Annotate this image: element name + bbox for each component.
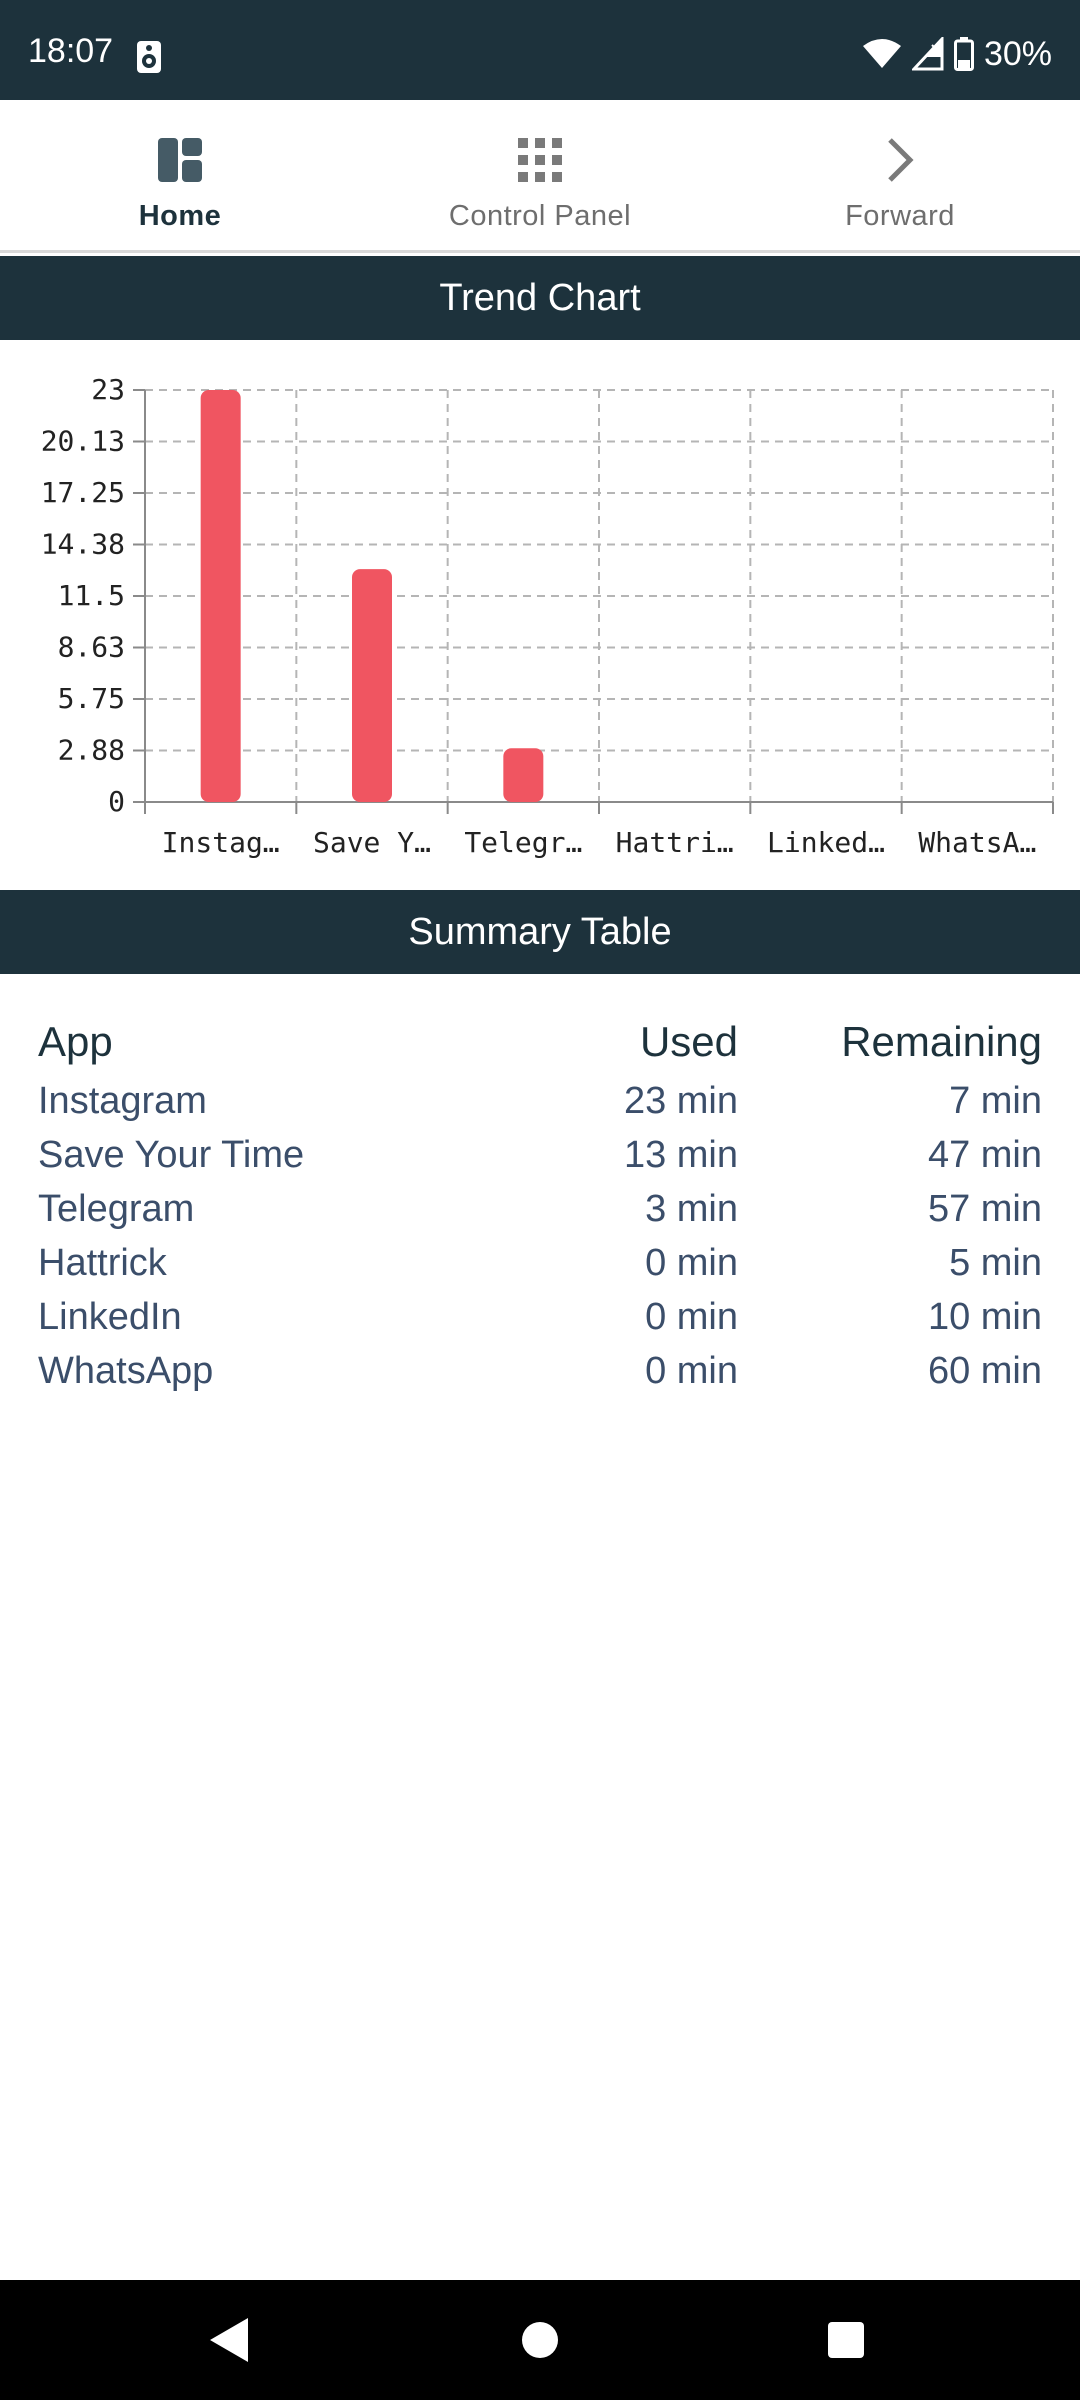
cell-remaining: 47 min [927,1133,1042,1176]
cell-app: LinkedIn [38,1295,182,1338]
recents-square-icon [828,2322,864,2358]
recents-button[interactable] [786,2280,906,2400]
signal-icon [911,37,944,71]
trend-chart-header: Trend Chart [0,256,1080,340]
summary-table: App Used Remaining Instagram 23 min 7 mi… [38,1010,1042,1398]
x-category-label: Save Y… [313,826,431,859]
summary-table-header: Summary Table [0,890,1080,974]
grid-icon [518,138,562,182]
battery-level: 30% [983,34,1052,73]
dashboard-icon [158,138,202,182]
x-category-label: Linked… [767,826,885,859]
cell-app: Telegram [38,1187,195,1230]
x-category-label: WhatsA… [918,826,1036,859]
y-tick-label: 5.75 [58,682,125,715]
system-nav-bar [0,2280,1080,2400]
cell-used: 23 min [623,1079,738,1122]
nav-item-home[interactable]: Home [0,100,360,250]
speaker-icon [137,41,161,73]
back-button[interactable] [170,2280,290,2400]
table-row: Save Your Time 13 min 47 min [38,1128,1042,1182]
cell-remaining: 10 min [927,1295,1042,1338]
table-row: Hattrick 0 min 5 min [38,1236,1042,1290]
nav-item-forward[interactable]: Forward [720,100,1080,250]
cell-remaining: 7 min [949,1079,1042,1122]
y-tick-label: 14.38 [41,528,125,561]
cell-used: 0 min [645,1349,738,1392]
cell-used: 0 min [645,1241,738,1284]
cell-used: 0 min [645,1295,738,1338]
cell-remaining: 5 min [949,1241,1042,1284]
x-category-label: Hattri… [616,826,734,859]
cell-remaining: 60 min [927,1349,1042,1392]
nav-label-home: Home [138,200,222,232]
column-header-used: Used [639,1018,738,1065]
nav-item-control-panel[interactable]: Control Panel [360,100,720,250]
table-row: LinkedIn 0 min 10 min [38,1290,1042,1344]
trend-chart: 23 20.13 17.25 14.38 11.5 8.63 5.75 2.88 0 Instag… [0,340,1080,890]
x-category-label: Instag… [162,826,280,859]
table-header-row: App Used Remaining [38,1010,1042,1074]
bar-chart: 23 20.13 17.25 14.38 11.5 8.63 5.75 2.88 0 Instag… [41,373,1054,859]
cell-used: 13 min [623,1133,738,1176]
top-nav: Home Control Panel Forward [0,100,1080,253]
y-tick-label: 8.63 [58,631,125,664]
y-tick-label: 17.25 [41,476,125,509]
home-circle-icon [522,2322,558,2358]
nav-label-control-panel: Control Panel [448,200,632,232]
y-tick-label: 11.5 [58,579,125,612]
table-row: Telegram 3 min 57 min [38,1182,1042,1236]
chevron-right-icon [888,138,914,182]
battery-icon [953,37,974,71]
status-bar: 18:07 30% [0,0,1080,100]
bar-instagram [200,390,241,802]
y-tick-label: 20.13 [41,425,125,458]
column-header-remaining: Remaining [841,1018,1042,1065]
bar-save-your-time [352,569,392,802]
cell-remaining: 57 min [927,1187,1042,1230]
cell-app: Hattrick [38,1241,167,1284]
cell-app: Instagram [38,1079,207,1122]
bar-telegram [503,748,544,802]
wifi-icon [862,39,901,68]
table-row: Instagram 23 min 7 min [38,1074,1042,1128]
cell-app: WhatsApp [38,1349,214,1392]
home-button[interactable] [480,2280,600,2400]
status-time: 18:07 [28,32,114,70]
cell-app: Save Your Time [38,1133,305,1176]
table-row: WhatsApp 0 min 60 min [38,1344,1042,1398]
nav-label-forward: Forward [845,200,955,232]
back-triangle-icon [210,2318,248,2362]
y-tick-label: 2.88 [58,734,125,767]
y-tick-label: 23 [91,373,125,406]
x-category-label: Telegr… [464,826,582,859]
column-header-app: App [38,1018,113,1065]
cell-used: 3 min [645,1187,738,1230]
y-tick-label: 0 [108,785,125,818]
